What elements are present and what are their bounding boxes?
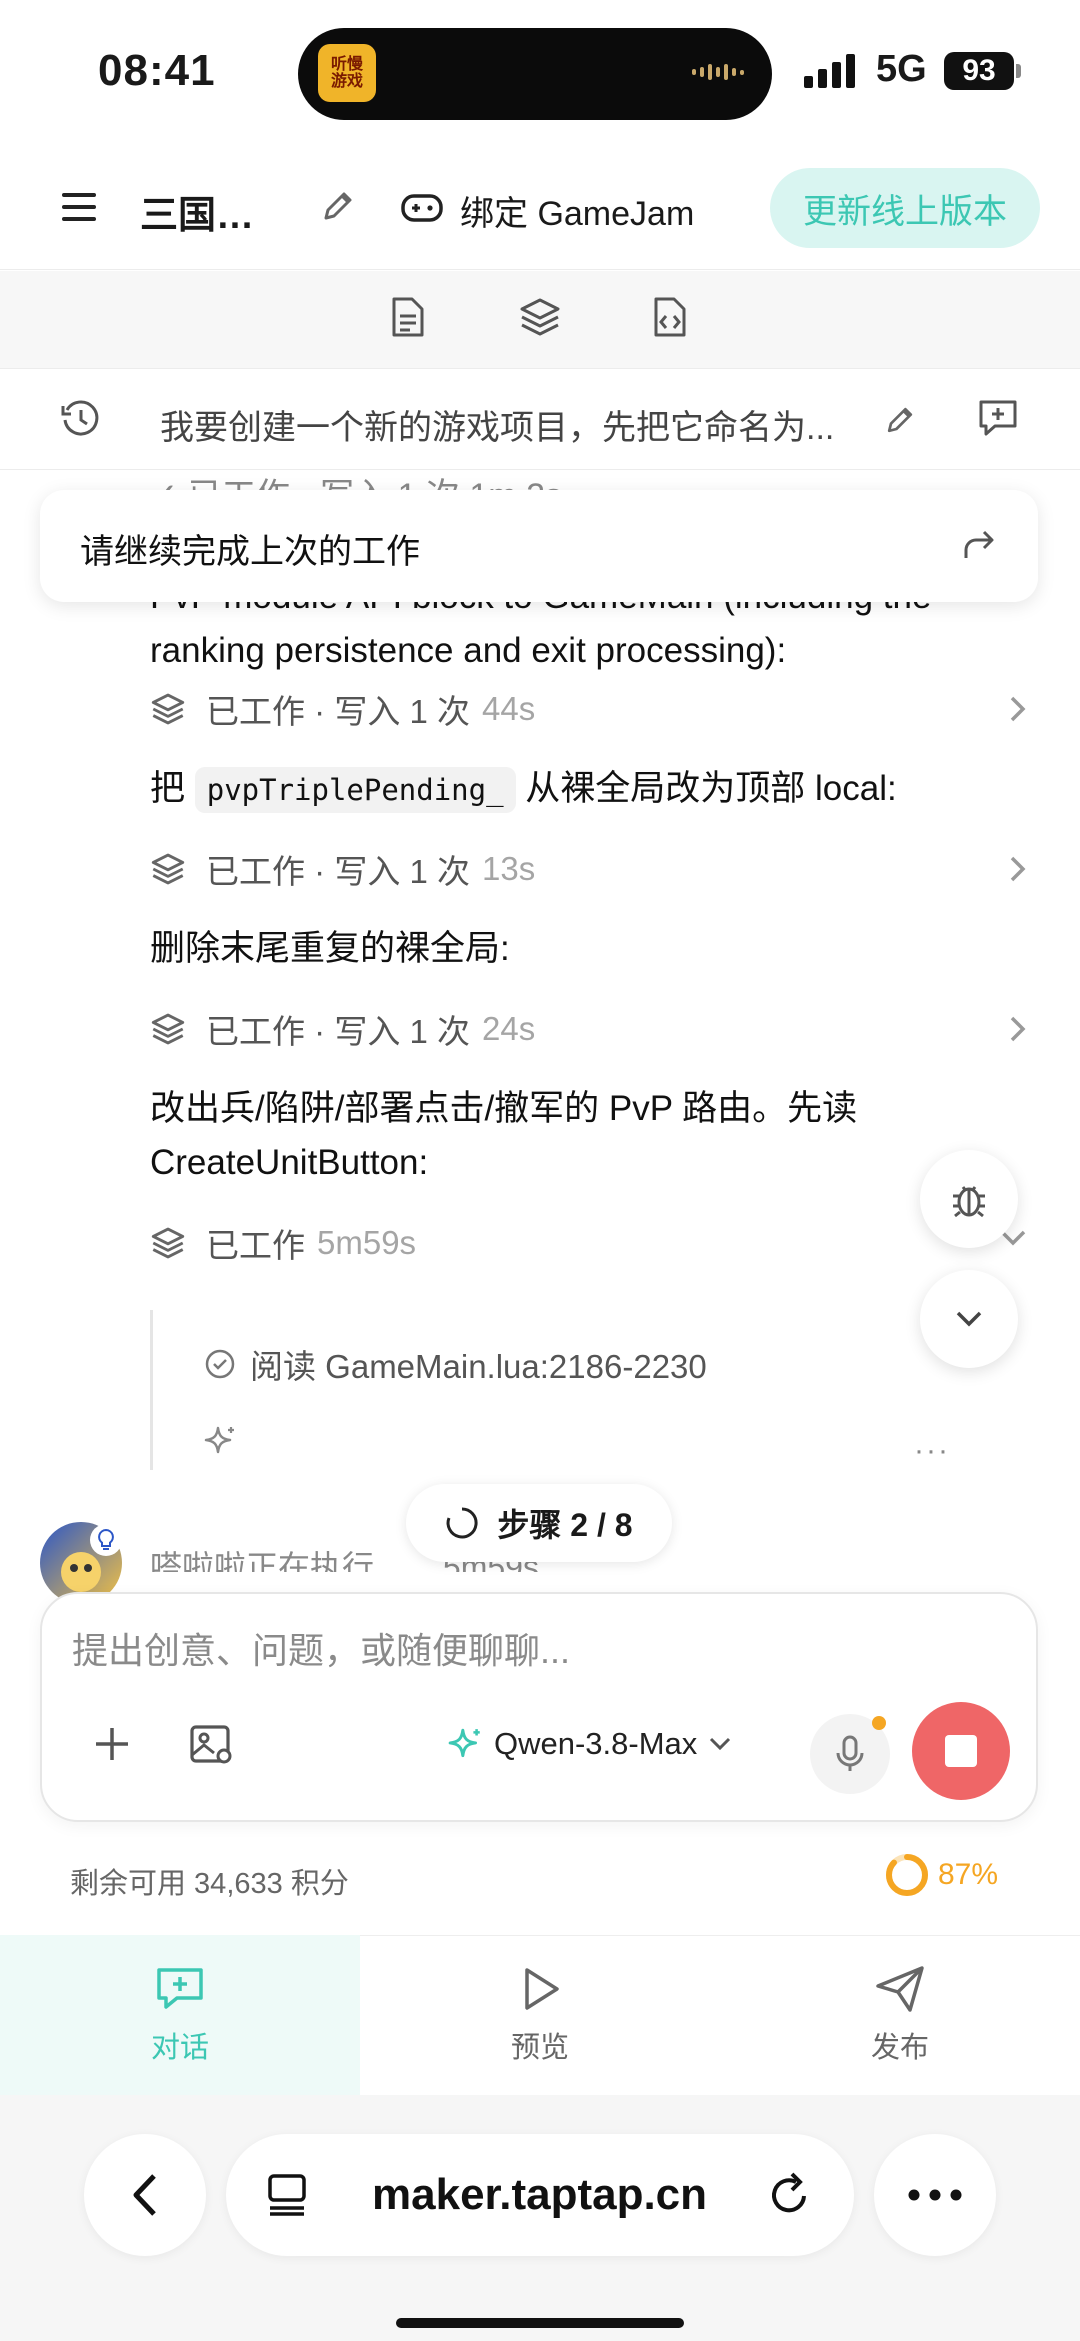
chat-input-card: 提出创意、问题，或随便聊聊... Qwen-3.8-Max — [40, 1592, 1038, 1822]
resume-label: 请继续完成上次的工作 — [80, 533, 420, 571]
image-settings-icon[interactable] — [188, 1722, 234, 1768]
work-duration: 5m59s — [317, 1224, 417, 1261]
chevron-right-icon — [1010, 696, 1026, 722]
new-chat-icon[interactable] — [976, 396, 1020, 445]
edit-title-icon[interactable] — [318, 186, 358, 231]
project-title[interactable]: 三国… — [140, 184, 254, 239]
bug-report-button[interactable] — [920, 1150, 1018, 1248]
more-options-button[interactable] — [874, 2134, 996, 2256]
work-duration: 13s — [482, 850, 536, 887]
sparkle-icon — [448, 1728, 480, 1758]
chevron-right-icon — [1010, 1016, 1026, 1042]
layers-icon[interactable] — [518, 296, 562, 343]
model-selector[interactable]: Qwen-3.8-Max — [448, 1726, 733, 1762]
reload-icon[interactable] — [766, 2170, 814, 2220]
play-icon — [525, 1968, 559, 2010]
tree-line — [150, 1310, 153, 1470]
microphone-icon — [836, 1735, 864, 1771]
tab-label: 对话 — [150, 2032, 209, 2064]
chat-input[interactable]: 提出创意、问题，或随便聊聊... — [72, 1622, 570, 1674]
home-indicator — [396, 2318, 684, 2328]
assistant-message: 把 pvpTriplePending_ 从裸全局改为顶部 local: — [150, 762, 1010, 817]
lightbulb-icon — [90, 1524, 122, 1556]
inline-code: pvpTriplePending_ — [194, 767, 516, 813]
edit-conversation-icon[interactable] — [882, 402, 918, 443]
back-button[interactable] — [84, 2134, 206, 2256]
work-summary-row[interactable]: 已工作 · 写入 1 次 24s — [150, 1004, 1030, 1054]
battery-icon: 93 — [944, 52, 1014, 90]
chevron-right-icon — [1010, 856, 1026, 882]
signal-icon — [804, 54, 855, 88]
gamepad-icon — [400, 190, 444, 231]
tab-label: 发布 — [870, 2032, 929, 2064]
chat-scroll-area[interactable]: ✓ 已工作 · 写入 1 次 1m 2s PvP module API bloc… — [0, 470, 1080, 1570]
tab-preview[interactable]: 预览 — [360, 1935, 720, 2095]
tabs-icon — [268, 2174, 306, 2216]
running-label: 嗒啦啦正在执行 — [150, 1549, 375, 1572]
chat-plus-icon — [157, 1968, 203, 2009]
tab-publish[interactable]: 发布 — [720, 1935, 1080, 2095]
work-summary-row-expanded[interactable]: 已工作 5m59s — [150, 1218, 1030, 1268]
bind-gamejam-link[interactable]: 绑定 GameJam — [460, 186, 694, 235]
network-type: 5G — [876, 48, 927, 90]
layers-icon — [151, 693, 185, 725]
work-summary-row[interactable]: 已工作 · 写入 1 次 13s — [150, 844, 1030, 894]
microphone-button[interactable] — [810, 1714, 890, 1794]
document-icon[interactable] — [390, 296, 426, 343]
layers-icon — [151, 1013, 185, 1045]
chevron-down-icon — [710, 1737, 731, 1751]
work-label: 已工作 · 写入 1 次 — [206, 693, 471, 730]
model-name: Qwen-3.8-Max — [494, 1726, 698, 1761]
forward-arrow-icon — [964, 530, 994, 558]
more-dots-icon — [908, 2189, 962, 2201]
step-label: 步骤 2 / 8 — [497, 1507, 633, 1543]
conversation-title[interactable]: 我要创建一个新的游戏项目，先把它命名为... — [160, 400, 860, 449]
send-icon — [876, 1966, 924, 2012]
island-app-icon: 听慢 游戏 — [318, 44, 376, 102]
url-text: maker.taptap.cn — [372, 2170, 708, 2219]
chevron-down-icon — [956, 1311, 982, 1327]
layers-icon — [151, 1227, 185, 1259]
scroll-down-button[interactable] — [920, 1270, 1018, 1368]
stop-generation-button[interactable] — [912, 1702, 1010, 1800]
assistant-message: 改出兵/陷阱/部署点击/撤军的 PvP 路由。先读 CreateUnitButt… — [150, 1089, 858, 1182]
usage-percent: 87% — [938, 1858, 999, 1891]
code-file-icon[interactable] — [652, 296, 688, 343]
message-suffix: 从裸全局改为顶部 local: — [525, 769, 897, 808]
sparkle-icon — [204, 1424, 238, 1463]
read-file-label: 阅读 GameMain.lua:2186-2230 — [250, 1348, 707, 1385]
check-circle-icon — [205, 1349, 235, 1379]
work-label: 已工作 · 写入 1 次 — [206, 853, 471, 890]
remaining-credits: 剩余可用 34,633 积分 — [70, 1868, 349, 1900]
menu-icon[interactable] — [62, 190, 96, 224]
battery-tip — [1016, 64, 1021, 78]
stop-icon — [945, 1735, 977, 1767]
resume-work-card[interactable]: 请继续完成上次的工作 — [40, 490, 1038, 602]
work-label: 已工作 · 写入 1 次 — [206, 1013, 471, 1050]
dynamic-island: 听慢 游戏 — [298, 28, 772, 120]
update-online-version-button[interactable]: 更新线上版本 — [770, 168, 1040, 248]
message-prefix: 把 — [150, 769, 186, 808]
audio-wave-icon — [692, 64, 744, 80]
layers-icon — [151, 853, 185, 885]
assistant-message: 删除末尾重复的裸全局: — [150, 929, 510, 968]
read-file-item[interactable]: 阅读 GameMain.lua:2186-2230 — [204, 1340, 707, 1388]
bug-icon — [953, 1186, 985, 1218]
mic-indicator-dot — [872, 1716, 886, 1730]
chevron-left-icon — [133, 2174, 156, 2216]
status-time: 08:41 — [98, 46, 216, 95]
tab-chat[interactable]: 对话 — [0, 1935, 360, 2095]
more-dots: ··· — [914, 1434, 950, 1467]
plus-icon[interactable] — [92, 1724, 132, 1764]
work-duration: 24s — [482, 1010, 536, 1047]
work-duration: 44s — [482, 690, 536, 727]
spinner-icon — [447, 1507, 478, 1539]
history-icon[interactable] — [60, 398, 102, 445]
address-bar[interactable]: maker.taptap.cn — [226, 2134, 854, 2256]
work-summary-row[interactable]: 已工作 · 写入 1 次 44s — [150, 684, 1030, 734]
usage-ring-icon — [886, 1854, 928, 1896]
tab-label: 预览 — [510, 2032, 569, 2064]
step-progress-pill[interactable]: 步骤 2 / 8 — [406, 1484, 672, 1562]
work-label: 已工作 — [206, 1227, 305, 1264]
